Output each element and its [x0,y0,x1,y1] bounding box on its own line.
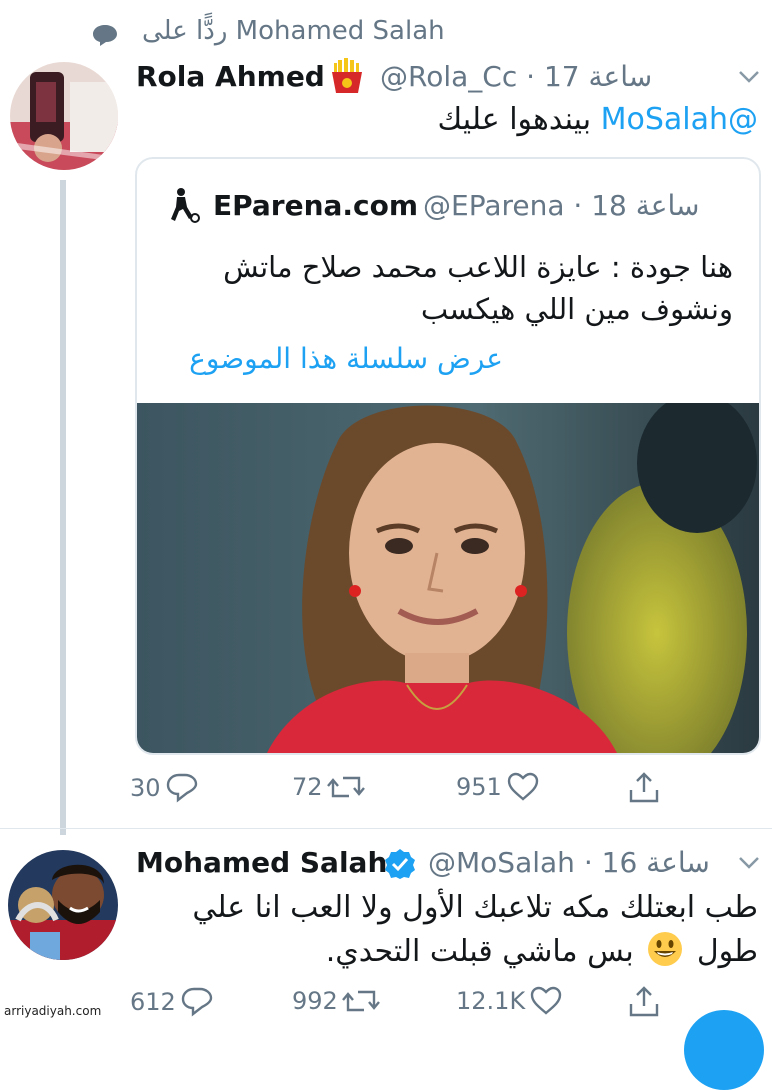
reply-icon [166,773,197,803]
show-thread-link[interactable]: عرض سلسلة هذا الموضوع [143,337,503,381]
tweet-text-part-b: بس ماشي قبلت التحدي. [325,934,634,969]
fries-emoji-icon [332,58,362,93]
quoted-tweet-line-1: هنا جودة : عايزة اللاعب محمد صلاح ماتش [223,250,733,284]
mention-link[interactable]: @MoSalah [601,102,758,137]
like-icon [507,772,539,801]
quoted-author-handle[interactable]: @EParena [423,189,565,222]
author-handle[interactable]: @Rola_Cc [380,60,517,93]
quoted-tweet-card[interactable]: EParena.com @EParena · 18 ساعة هنا جودة … [135,157,761,755]
separator-dot: · [573,189,583,222]
reply-icon [181,987,213,1017]
tweet-text-line-2: طول بس ماشي قبلت التحدي. [138,930,758,974]
quoted-tweet-time[interactable]: 18 ساعة [591,189,699,222]
reply-button[interactable]: 30 [130,772,199,804]
watermark-text: arriyadiyah.com [4,1004,102,1018]
tweet-time[interactable]: 16 ساعة [602,846,710,879]
thread-connector-line [60,180,66,835]
tweet-divider [0,828,772,829]
football-player-logo-icon [171,188,200,223]
tweet-text-part-a: طول [696,934,758,969]
reply-context-text[interactable]: ردًّا على Mohamed Salah [142,16,445,46]
separator-dot: · [526,60,536,93]
retweet-button[interactable]: 72 [292,772,365,802]
retweet-count: 992 [292,987,338,1015]
quoted-tweet-photo[interactable] [137,403,759,753]
like-count: 951 [456,773,502,801]
compose-fab-button[interactable] [684,1010,764,1090]
separator-dot: · [583,846,593,879]
tweet-body: بيندهوا عليك [437,102,592,137]
like-icon [530,986,562,1015]
author-handle[interactable]: @MoSalah [428,846,575,879]
tweet-text-line-1: طب ابعتلك مكه تلاعبك الأول ولا العب انا … [192,890,758,925]
share-icon[interactable] [628,770,660,804]
retweet-count: 72 [292,773,323,801]
avatar-photo [8,850,118,960]
avatar-photo [10,62,118,170]
smiley-emoji-icon [648,932,683,966]
quoted-author-name[interactable]: EParena.com [213,189,418,222]
like-count: 12.1K [456,987,526,1015]
quoted-tweet-line-2: ونشوف مين اللي هيكسب [420,292,733,326]
verified-badge-icon [385,849,415,879]
chevron-down-icon[interactable] [738,70,760,84]
tweet-time[interactable]: 17 ساعة [544,60,652,93]
retweet-button[interactable]: 992 [292,986,380,1016]
reply-context-bubble-icon [93,25,117,46]
retweet-icon [341,990,380,1012]
author-name[interactable]: Mohamed Salah [136,846,387,879]
retweet-icon [326,776,365,798]
author-name[interactable]: Rola Ahmed [136,60,325,93]
reply-button[interactable]: 612 [130,986,214,1018]
tweet-text: @MoSalah بيندهوا عليك [158,98,758,142]
like-button[interactable]: 951 [456,772,540,802]
reply-count: 30 [130,774,161,802]
avatar-rola-ahmed[interactable] [10,62,118,170]
like-button[interactable]: 12.1K [456,986,563,1016]
chevron-down-icon[interactable] [738,856,760,870]
reply-count: 612 [130,988,176,1016]
avatar-mohamed-salah[interactable] [8,850,118,960]
share-icon[interactable] [628,984,660,1018]
